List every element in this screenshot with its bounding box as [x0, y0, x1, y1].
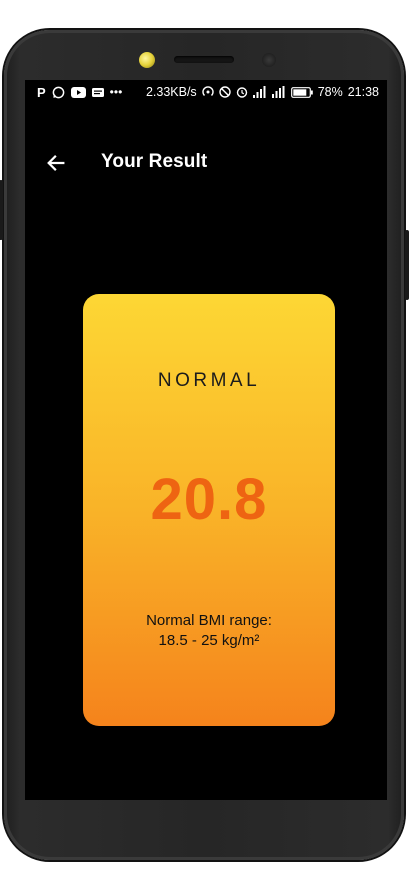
clock: 21:38	[347, 85, 379, 99]
bmi-status-label: NORMAL	[157, 370, 261, 391]
battery-percent: 78%	[317, 85, 343, 99]
back-arrow-icon[interactable]	[45, 152, 67, 174]
screen: P ••• 2.33KB/s 78% 21:38 Your Result NOR…	[25, 80, 387, 800]
normal-range-value: 18.5 - 25 kg/m²	[158, 632, 260, 649]
more-dots-icon: •••	[109, 85, 123, 99]
front-camera	[139, 52, 155, 68]
signal-icon	[252, 86, 266, 98]
alarm-icon	[236, 87, 247, 98]
network-speed: 2.33KB/s	[145, 85, 197, 99]
phone-frame: P ••• 2.33KB/s 78% 21:38 Your Result NOR…	[0, 30, 409, 860]
bmi-value: 20.8	[150, 467, 268, 532]
page-title: Your Result	[101, 151, 208, 172]
proximity-sensor	[262, 53, 276, 67]
normal-range-label: Normal BMI range:	[146, 612, 272, 629]
result-card: NORMAL 20.8 Normal BMI range: 18.5 - 25 …	[83, 294, 335, 726]
system-status: 2.33KB/s 78% 21:38	[146, 85, 379, 99]
message-icon	[91, 87, 104, 97]
whatsapp-icon	[52, 86, 65, 98]
notification-icons: P •••	[37, 86, 122, 99]
earpiece-speaker	[174, 56, 234, 63]
p-app-icon: P	[37, 84, 46, 100]
4g-signal-icon	[271, 86, 285, 98]
power-button	[405, 230, 409, 300]
no-disturb-icon	[218, 86, 231, 98]
volume-button	[0, 180, 3, 240]
battery-icon	[290, 86, 313, 98]
app-bar: Your Result	[25, 142, 387, 182]
hotspot-icon	[202, 86, 214, 96]
status-bar: P ••• 2.33KB/s 78% 21:38	[25, 80, 387, 104]
youtube-icon	[70, 86, 86, 98]
